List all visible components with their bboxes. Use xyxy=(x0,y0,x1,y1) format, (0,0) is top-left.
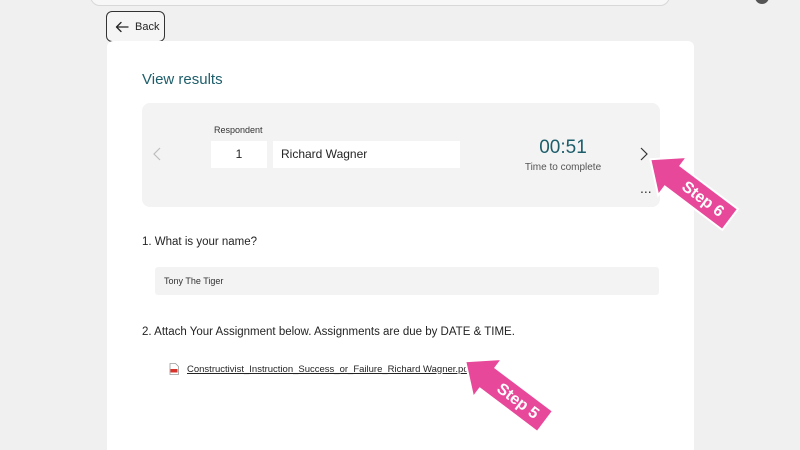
time-to-complete-label: Time to complete xyxy=(524,162,602,173)
respondent-label: Respondent xyxy=(214,125,263,135)
profile-icon[interactable] xyxy=(755,0,769,4)
respondent-panel: Respondent 1 Richard Wagner 00:51 Time t… xyxy=(142,103,660,207)
time-to-complete-value: 00:51 xyxy=(539,137,587,158)
step-5-arrow-annotation: Step 5 xyxy=(464,357,555,434)
step-6-arrow-annotation: Step 6 xyxy=(649,155,740,232)
back-button[interactable]: Back xyxy=(106,11,165,42)
question-1-answer: Tony The Tiger xyxy=(155,267,659,295)
page-title: View results xyxy=(142,71,223,88)
respondent-name-field[interactable]: Richard Wagner xyxy=(273,141,460,168)
arrow-left-icon xyxy=(115,21,129,32)
search-bar-edge xyxy=(90,0,670,6)
question-1-text: 1. What is your name? xyxy=(142,236,258,248)
question-2-text: 2. Attach Your Assignment below. Assignm… xyxy=(142,326,515,338)
previous-respondent-button[interactable] xyxy=(150,145,164,163)
attachment-filename: Constructivist_Instruction_Success_or_Fa… xyxy=(187,363,472,375)
back-label: Back xyxy=(135,20,160,33)
pdf-file-icon xyxy=(169,363,179,375)
respondent-number-input[interactable]: 1 xyxy=(211,141,267,168)
chevron-left-icon xyxy=(153,147,161,161)
results-card: View results Respondent 1 Richard Wagner… xyxy=(107,41,694,450)
attachment-link[interactable]: Constructivist_Instruction_Success_or_Fa… xyxy=(169,363,471,375)
